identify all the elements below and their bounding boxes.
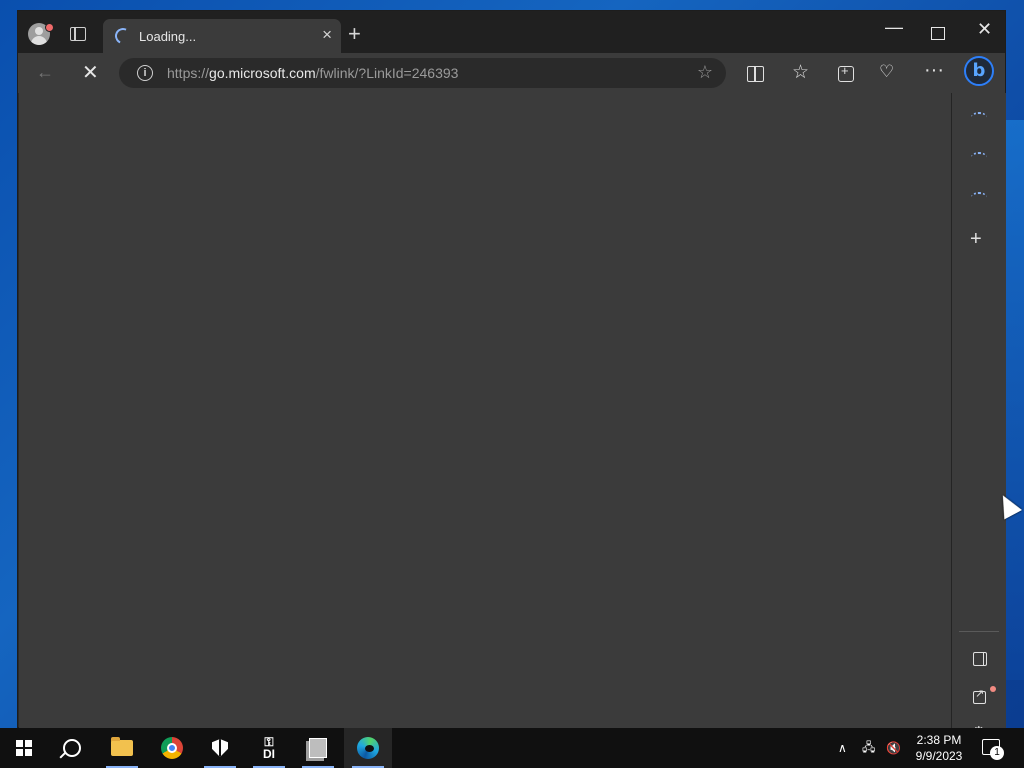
url-host: go.microsoft.com (209, 65, 316, 81)
tab-title: Loading... (139, 29, 197, 44)
sidebar-loading-icon[interactable] (971, 192, 987, 203)
documents-button[interactable] (294, 728, 342, 768)
edge-sidebar: + ⚙ (952, 93, 1006, 741)
more-options-icon[interactable]: ··· (924, 59, 944, 82)
tab-loading[interactable]: Loading... × (103, 19, 341, 53)
hide-sidebar-icon[interactable] (973, 652, 987, 666)
url-prefix: https:// (167, 65, 210, 81)
browser-essentials-icon[interactable]: ♡ (879, 62, 894, 82)
clock-time: 2:38 PM (916, 733, 962, 747)
key-app-icon: ⚿ DI (263, 735, 275, 761)
address-bar[interactable]: i https://go.microsoft.com/fwlink/?LinkI… (119, 58, 726, 88)
maximize-button[interactable] (931, 27, 945, 40)
sidebar-divider (959, 631, 999, 632)
close-window-button[interactable]: ✕ (977, 19, 992, 40)
add-favorite-icon[interactable]: ☆ (697, 62, 713, 83)
url-path: /fwlink/?LinkId=246393 (315, 65, 459, 81)
profile-notification-dot (45, 23, 54, 32)
back-button[interactable]: ← (36, 62, 54, 83)
taskbar: ⚿ DI ∧ 🖧 🔇 2:38 PM 9/9/2023 1 (0, 728, 1024, 768)
open-external-icon[interactable] (973, 687, 986, 704)
search-icon (63, 739, 81, 757)
clock[interactable]: 2:38 PM 9/9/2023 (906, 732, 972, 764)
network-icon[interactable]: 🖧 (862, 728, 875, 768)
bing-chat-icon[interactable]: b (964, 56, 994, 86)
shield-icon (212, 739, 228, 757)
new-tab-button[interactable]: + (348, 23, 361, 45)
tab-loading-spinner-icon (112, 25, 134, 47)
tab-close-icon[interactable]: × (322, 26, 332, 44)
edge-button[interactable] (344, 728, 392, 768)
security-button[interactable] (196, 728, 244, 768)
edge-icon (357, 737, 379, 759)
browser-window: Loading... × + — ✕ ← ✕ i https://go.micr… (17, 10, 1006, 741)
show-hidden-icons[interactable]: ∧ (838, 728, 847, 768)
favorites-icon[interactable]: ☆ (792, 61, 809, 84)
page-content-area[interactable] (19, 93, 952, 729)
volume-muted-icon[interactable]: 🔇 (886, 728, 901, 768)
minimize-button[interactable]: — (885, 17, 903, 38)
sidebar-notification-dot (990, 686, 996, 692)
key-app-button[interactable]: ⚿ DI (245, 728, 293, 768)
file-explorer-button[interactable] (98, 728, 146, 768)
address-url[interactable]: https://go.microsoft.com/fwlink/?LinkId=… (167, 65, 458, 81)
collections-icon[interactable] (838, 63, 854, 82)
documents-icon (309, 738, 327, 758)
windows-logo-icon (16, 740, 32, 756)
navigation-toolbar: ← ✕ i https://go.microsoft.com/fwlink/?L… (18, 53, 1005, 93)
start-button[interactable] (0, 728, 48, 768)
search-button[interactable] (48, 728, 96, 768)
title-bar: Loading... × + — ✕ (18, 11, 1005, 53)
notification-count-badge: 1 (990, 746, 1004, 760)
sidebar-loading-icon[interactable] (971, 112, 987, 123)
site-info-icon[interactable]: i (137, 65, 153, 81)
chrome-button[interactable] (148, 728, 196, 768)
sidebar-loading-icon[interactable] (971, 152, 987, 163)
split-screen-icon[interactable] (747, 66, 764, 82)
folder-icon (111, 737, 133, 756)
tab-actions-icon[interactable] (70, 27, 86, 41)
clock-date: 9/9/2023 (915, 749, 963, 763)
sidebar-add-icon[interactable]: + (970, 229, 982, 249)
stop-loading-button[interactable]: ✕ (82, 60, 99, 85)
chrome-icon (161, 737, 183, 759)
